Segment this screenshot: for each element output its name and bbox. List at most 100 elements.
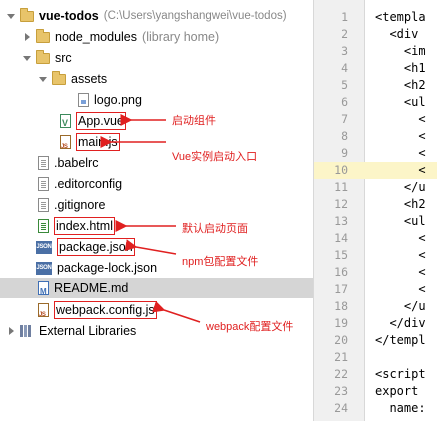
editor-gutter: 1 2 3 4 5 6 7 8 9 10 11 12 13 14 15 16 17 18 19 20 21 22 23 24	[313, 0, 366, 421]
tree-item-project-root[interactable]: vue-todos (C:\Users\yangshangwei\vue-tod…	[6, 6, 287, 26]
tree-item-index-html[interactable]: index.html	[38, 216, 115, 236]
tree-item-external-libraries[interactable]: External Libraries	[6, 321, 136, 341]
code-line: <im	[375, 44, 426, 58]
annotation-package-json: npm包配置文件	[182, 256, 259, 268]
project-path: (C:\Users\yangshangwei\vue-todos)	[103, 10, 287, 22]
readme-label: README.md	[54, 281, 129, 295]
folder-icon	[52, 70, 66, 85]
collapse-arrow-icon[interactable]	[22, 32, 32, 42]
line-number: 4	[341, 61, 348, 75]
code-line: <h2	[375, 197, 426, 211]
line-number: 1	[341, 10, 348, 24]
code-line: <	[375, 129, 426, 143]
code-line: <	[375, 231, 426, 245]
tree-item-node-modules[interactable]: node_modules (library home)	[22, 27, 219, 47]
line-number: 2	[341, 27, 348, 41]
webpack-config-label: webpack.config.js	[54, 301, 157, 319]
tree-item-package-lock[interactable]: JSON package-lock.json	[36, 258, 157, 278]
tree-item-webpack-config[interactable]: webpack.config.js	[38, 300, 157, 325]
line-number: 7	[341, 112, 348, 126]
line-number: 5	[341, 78, 348, 92]
code-line: <	[375, 265, 426, 279]
folder-icon	[36, 28, 50, 43]
code-line: <	[375, 282, 426, 296]
line-number: 22	[334, 367, 348, 381]
babelrc-label: .babelrc	[54, 156, 99, 170]
assets-label: assets	[71, 72, 108, 86]
code-line: </u	[375, 299, 426, 313]
json-file-icon: JSON	[36, 261, 52, 275]
project-path-text: C:\Users\yangshangwei\vue-todos	[107, 10, 283, 22]
tree-item-src[interactable]: src	[22, 48, 72, 68]
line-number: 6	[341, 95, 348, 109]
code-editor[interactable]: <templa <div <im <h1 <h2 <ul < < < < </u…	[365, 0, 437, 421]
js-file-icon	[38, 303, 49, 325]
expand-arrow-icon[interactable]	[6, 11, 16, 21]
index-html-label: index.html	[54, 217, 115, 235]
json-file-icon: JSON	[36, 240, 52, 254]
annotation-main-js: Vue实例启动入口	[172, 151, 258, 163]
main-js-label: main.js	[76, 133, 120, 151]
code-line: <script	[375, 367, 426, 381]
code-line: <	[375, 146, 426, 160]
line-number: 8	[341, 129, 348, 143]
tree-item-readme[interactable]: README.md	[0, 278, 313, 302]
code-line: <templa	[375, 10, 426, 24]
image-file-icon	[78, 93, 89, 107]
logo-label: logo.png	[94, 93, 142, 107]
tree-item-package-json[interactable]: JSON package.json	[36, 237, 135, 257]
tree-item-gitignore[interactable]: .gitignore	[38, 195, 105, 215]
expand-arrow-icon[interactable]	[22, 53, 32, 63]
editorconfig-label: .editorconfig	[54, 177, 123, 191]
package-lock-label: package-lock.json	[57, 261, 158, 275]
tree-item-editorconfig[interactable]: .editorconfig	[38, 174, 122, 194]
code-line: </u	[375, 180, 426, 194]
annotation-webpack-config: webpack配置文件	[206, 321, 294, 333]
project-name: vue-todos	[39, 9, 99, 23]
library-home-note: (library home)	[142, 30, 220, 44]
collapse-arrow-icon[interactable]	[6, 326, 16, 336]
code-line: <h2	[375, 78, 426, 92]
code-line: name:	[375, 401, 426, 415]
folder-icon	[36, 49, 50, 64]
code-line: export	[375, 384, 426, 398]
annotation-index-html: 默认启动页面	[182, 223, 248, 235]
line-number: 11	[334, 180, 348, 194]
tree-item-main-js[interactable]: main.js	[60, 132, 120, 157]
tree-item-babelrc[interactable]: .babelrc	[38, 153, 98, 173]
code-line: <	[375, 248, 426, 262]
line-number: 10	[334, 163, 348, 177]
js-file-icon	[60, 135, 71, 157]
tree-item-app-vue[interactable]: App.vue	[60, 111, 126, 133]
line-number: 14	[334, 231, 348, 245]
line-number: 13	[334, 214, 348, 228]
package-json-label: package.json	[57, 238, 135, 256]
line-number: 18	[334, 299, 348, 313]
line-number: 3	[341, 44, 348, 58]
line-number: 20	[334, 333, 348, 347]
text-file-icon	[38, 177, 49, 191]
arrow-package-json	[124, 239, 177, 255]
line-number: 17	[334, 282, 348, 296]
gitignore-label: .gitignore	[54, 198, 106, 212]
library-home-text: library home	[146, 30, 215, 44]
tree-item-assets[interactable]: assets	[38, 69, 107, 89]
src-label: src	[55, 51, 72, 65]
project-tree: vue-todos (C:\Users\yangshangwei\vue-tod…	[0, 0, 313, 421]
code-line: <div	[375, 27, 419, 41]
annotation-app-vue: 启动组件	[172, 115, 216, 127]
line-number: 15	[334, 248, 348, 262]
html-file-icon	[38, 219, 49, 233]
tree-item-logo[interactable]: logo.png	[78, 90, 142, 110]
line-number: 16	[334, 265, 348, 279]
node-modules-label: node_modules	[55, 30, 138, 44]
line-number: 12	[334, 197, 348, 211]
line-number: 24	[334, 401, 348, 415]
expand-arrow-icon[interactable]	[38, 74, 48, 84]
folder-icon	[20, 7, 34, 22]
code-line: <h1	[375, 61, 426, 75]
code-line: <	[375, 163, 426, 177]
markdown-file-icon	[38, 281, 49, 302]
vue-file-icon	[60, 113, 71, 133]
line-number: 9	[341, 146, 348, 160]
